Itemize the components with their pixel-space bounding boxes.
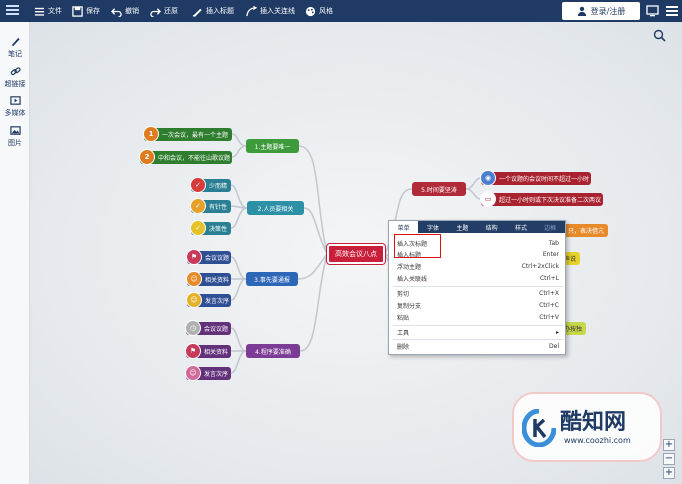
tab-structure[interactable]: 结构: [477, 221, 506, 233]
subtopic-label: 会议议题: [205, 255, 230, 262]
subtopic-label: 一个议题的会议时间不超过一小时: [499, 176, 590, 183]
subtopic-item[interactable]: ☺ 相关资料: [186, 271, 231, 287]
subtopic-label: 一次会议，最有一个主题: [162, 132, 229, 139]
subtopic-label: 发言次序: [205, 298, 230, 305]
card-icon: ▭: [480, 191, 496, 207]
clock-icon: ◷: [185, 320, 201, 336]
subtopic-label: 超过一小时则或下次决议准备二次两议: [499, 197, 602, 204]
check-circle-icon: ✓: [190, 198, 206, 214]
menu-item-paste[interactable]: 粘贴 Ctrl+V: [389, 312, 567, 323]
menu-item-delete[interactable]: 删除 Del: [389, 341, 567, 352]
menu-item-floating-topic[interactable]: 浮动主题 Ctrl+2xClick: [389, 261, 567, 272]
menu-divider: [393, 325, 563, 326]
menu-item-label: 剪切: [397, 291, 410, 298]
subtopic-item[interactable]: ✓ 有针性: [190, 198, 231, 214]
menu-item-cut[interactable]: 剪切 Ctrl+X: [389, 288, 567, 299]
topic-2[interactable]: 2.人员要相关: [247, 201, 304, 215]
topic-5[interactable]: 5.时间要坚涛: [412, 182, 466, 196]
watermark-url: www.coozhi.com: [564, 436, 631, 445]
menu-item-tools[interactable]: 工具 ▸: [389, 327, 567, 338]
menu-item-shortcut: Ctrl+C: [539, 302, 559, 309]
topic-4[interactable]: 4.程序要准确: [246, 344, 300, 358]
smiley-icon: ☺: [186, 271, 202, 287]
subtopic-item[interactable]: ✓ 决策性: [190, 220, 231, 236]
smiley-icon: ☺: [186, 292, 202, 308]
globe-icon: ◉: [480, 170, 496, 186]
subtopic-item[interactable]: ▭ 超过一小时则或下次决议准备二次两议: [480, 191, 603, 207]
subtopic-item[interactable]: 1 一次会议，最有一个主题: [143, 126, 232, 142]
watermark-logo-icon: [522, 409, 556, 447]
watermark-title: 酷知网: [560, 410, 627, 435]
central-topic[interactable]: 高效会议八点: [327, 244, 385, 264]
tab-border[interactable]: 边框: [536, 221, 565, 233]
subtopic-label: 中和会议，不能往山歌议题: [158, 155, 231, 162]
topic-label: 5.时间要坚涛: [421, 186, 457, 194]
tab-menu[interactable]: 菜单: [389, 221, 419, 233]
check-circle-icon: ✓: [190, 177, 206, 193]
subtopic-item[interactable]: 只，表决借亢: [560, 224, 608, 237]
menu-item-label: 粘贴: [397, 315, 410, 322]
subtopic-item[interactable]: ⚑ 相关资料: [185, 343, 231, 359]
flag-icon: ⚑: [186, 249, 202, 265]
menu-divider: [393, 339, 563, 340]
flag-icon: ⚑: [185, 343, 201, 359]
subtopic-item[interactable]: ◉ 一个议题的会议时间不超过一小时: [480, 170, 591, 186]
tab-font[interactable]: 字体: [418, 221, 447, 233]
highlight-annotation: [394, 234, 441, 258]
menu-item-shortcut: Del: [549, 343, 559, 350]
topic-label: 4.程序要准确: [255, 348, 291, 356]
subtopic-label: 发言次序: [204, 371, 229, 378]
menu-item-label: 工具: [397, 330, 410, 337]
subtopic-label: 相关资料: [205, 277, 230, 284]
number-badge-icon: 2: [139, 149, 155, 165]
subtopic-item[interactable]: ⚑ 会议议题: [186, 249, 231, 265]
subtopic-label: 决策性: [209, 226, 228, 233]
number-badge-icon: 1: [143, 126, 159, 142]
subtopic-label: 会议议题: [204, 326, 229, 333]
topic-3[interactable]: 3.事先要通报: [246, 272, 298, 286]
menu-item-shortcut: Ctrl+X: [539, 290, 559, 297]
subtopic-label: 只，表决借亢: [568, 228, 605, 235]
menu-item-shortcut: Ctrl+2xClick: [521, 263, 559, 270]
menu-item-shortcut: Ctrl+L: [539, 275, 559, 282]
menu-item-shortcut: Enter: [542, 251, 559, 258]
submenu-arrow-icon: ▸: [555, 329, 559, 336]
topic-1[interactable]: 1.主题要唯一: [246, 139, 299, 153]
subtopic-item[interactable]: ☺ 发言次序: [185, 365, 231, 381]
context-menu-tabs: 菜单 字体 主题 结构 样式 边框: [389, 221, 565, 233]
watermark: 酷知网 www.coozhi.com: [512, 392, 662, 462]
subtopic-item[interactable]: ◷ 会议议题: [185, 320, 231, 336]
menu-item-label: 插入关联线: [397, 276, 428, 283]
subtopic-label: 相关资料: [204, 349, 229, 356]
zoom-out-button[interactable]: −: [663, 453, 675, 465]
smiley-icon: ☺: [185, 365, 201, 381]
menu-item-insert-relation[interactable]: 插入关联线 Ctrl+L: [389, 273, 567, 284]
central-topic-label: 高效会议八点: [335, 250, 377, 258]
subtopic-item[interactable]: ✓ 少而精: [190, 177, 231, 193]
subtopic-label: 少而精: [209, 183, 228, 190]
tab-style[interactable]: 样式: [506, 221, 535, 233]
subtopic-item[interactable]: ☺ 发言次序: [186, 292, 231, 308]
menu-item-label: 浮动主题: [397, 264, 422, 271]
menu-divider: [393, 286, 563, 287]
menu-item-label: 复制分支: [397, 303, 422, 310]
menu-item-shortcut: Ctrl+V: [539, 314, 559, 321]
subtopic-item[interactable]: 2 中和会议，不能往山歌议题: [139, 149, 232, 165]
menu-item-copy-branch[interactable]: 复制分支 Ctrl+C: [389, 300, 567, 311]
topic-label: 1.主题要唯一: [254, 143, 291, 151]
check-circle-icon: ✓: [190, 220, 206, 236]
menu-item-label: 删除: [397, 344, 410, 351]
tab-theme[interactable]: 主题: [448, 221, 477, 233]
zoom-reset-button[interactable]: +: [663, 467, 675, 479]
topic-label: 2.人员要相关: [257, 205, 294, 213]
menu-item-shortcut: Tab: [548, 240, 559, 247]
subtopic-label: 有针性: [209, 204, 228, 211]
zoom-in-button[interactable]: +: [663, 439, 675, 451]
topic-label: 3.事先要通报: [254, 276, 290, 284]
